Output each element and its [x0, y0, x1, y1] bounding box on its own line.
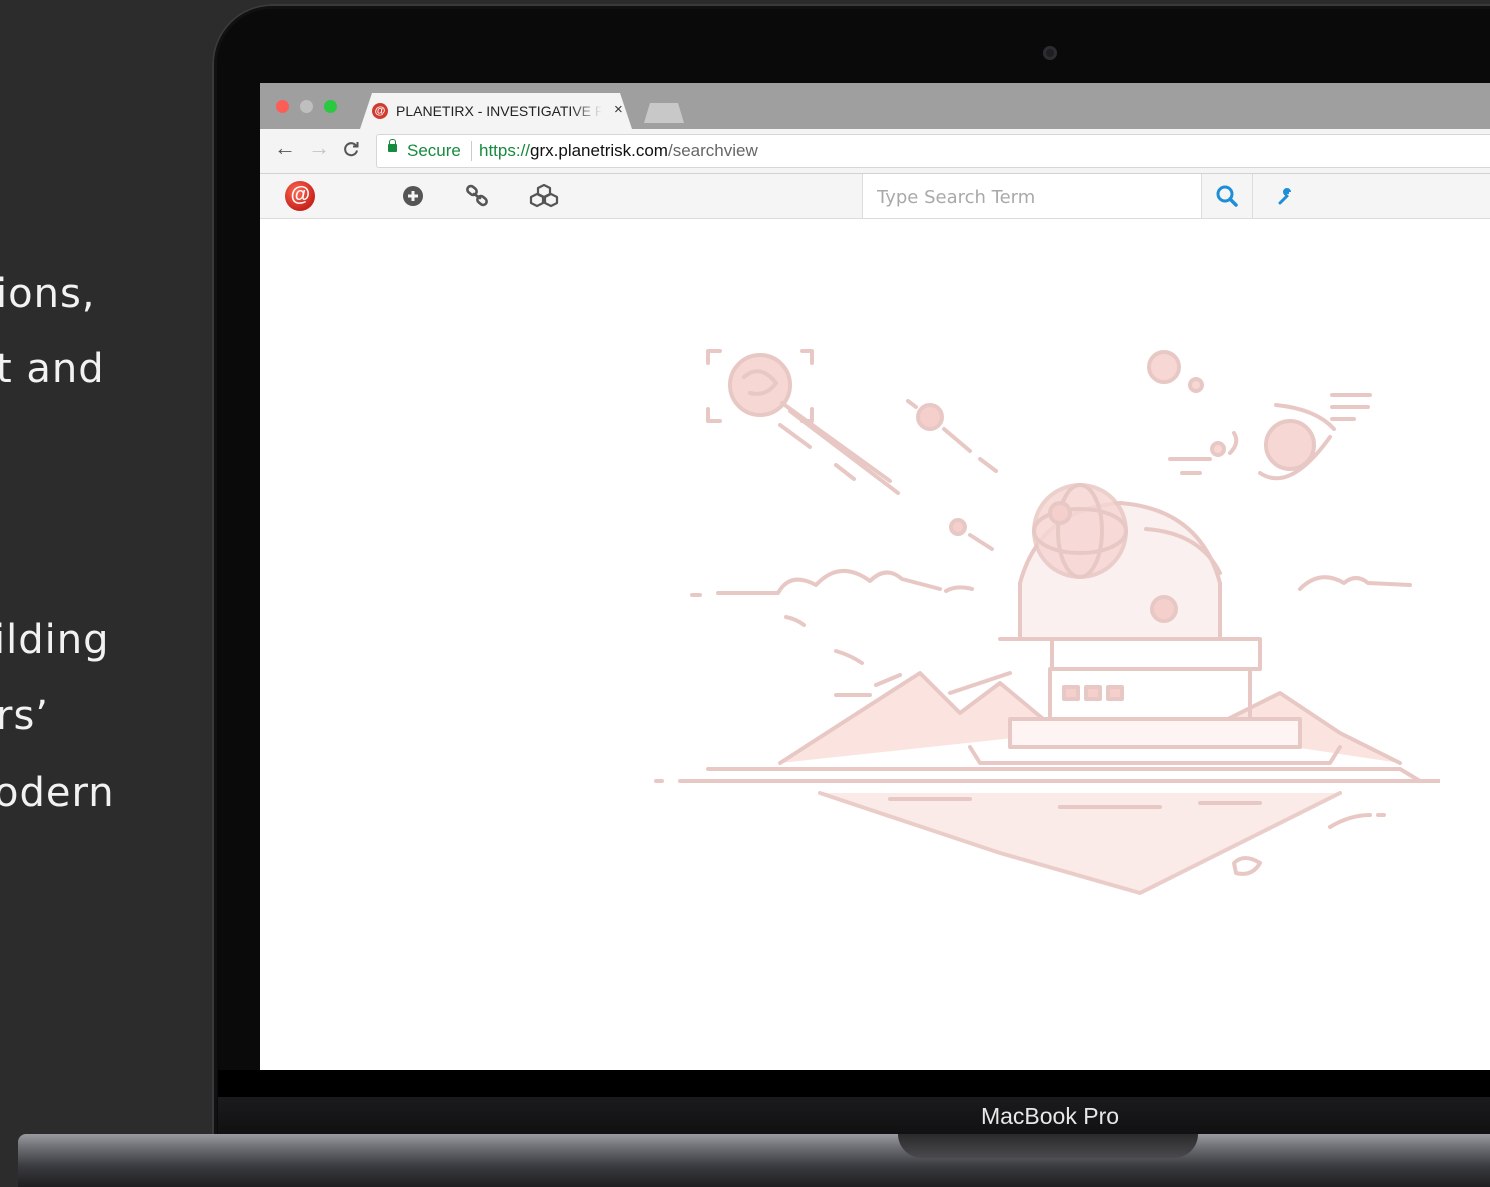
observatory-illustration	[654, 349, 1440, 895]
planetrisk-logo[interactable]: @	[285, 181, 315, 211]
favicon-icon: @	[372, 103, 388, 119]
url-scheme: https://	[479, 141, 531, 160]
url-text[interactable]: https://grx.planetrisk.com/searchview	[479, 141, 758, 161]
logo-letter: @	[290, 184, 310, 206]
search-button[interactable]	[1202, 174, 1253, 218]
plus-circle-icon[interactable]	[400, 183, 426, 209]
lock-icon	[388, 139, 397, 152]
url-omnibox[interactable]: Secure https://grx.planetrisk.com/search…	[376, 134, 1490, 168]
wrench-icon[interactable]	[1274, 184, 1298, 208]
window-close-button[interactable]	[276, 100, 289, 113]
secure-label: Secure	[407, 141, 461, 160]
side-text-line: odern	[0, 770, 115, 816]
side-text-line: rs’	[0, 693, 49, 739]
search-icon	[1216, 185, 1238, 207]
device-brand-label: MacBook Pro	[980, 1103, 1120, 1129]
side-text-line: t and	[0, 346, 105, 392]
side-text-line: ilding	[0, 617, 110, 663]
forward-arrow-icon[interactable]: →	[308, 137, 330, 159]
tab-bar: @ PLANETIRX - INVESTIGATIVE R ×	[260, 83, 1490, 129]
side-marketing-text: ions, t and ilding rs’ odern	[0, 0, 210, 1187]
laptop-base-notch	[898, 1134, 1198, 1158]
url-host: grx.planetrisk.com	[530, 141, 668, 160]
window-zoom-button[interactable]	[324, 100, 337, 113]
webcam	[1043, 46, 1057, 60]
search-box	[862, 174, 1202, 218]
window-minimize-button[interactable]	[300, 100, 313, 113]
url-separator	[471, 141, 472, 161]
side-text-line: ions,	[0, 271, 96, 317]
bezel-strip	[218, 1097, 1490, 1137]
laptop-base	[18, 1134, 1490, 1187]
search-input[interactable]	[875, 184, 1189, 210]
url-path: /searchview	[667, 141, 758, 160]
cubes-icon[interactable]	[528, 183, 560, 209]
address-bar: ← → Secure https://grx.planetrisk.com/se…	[260, 129, 1490, 174]
tab-close-icon[interactable]: ×	[614, 101, 623, 118]
new-tab-button[interactable]	[644, 103, 684, 123]
back-arrow-icon[interactable]: ←	[274, 137, 296, 159]
reload-icon[interactable]	[342, 140, 360, 158]
app-toolbar: @	[260, 174, 1490, 219]
browser-window: @ PLANETIRX - INVESTIGATIVE R × ← → Secu…	[260, 83, 1490, 1070]
tab-title: PLANETIRX - INVESTIGATIVE R	[396, 103, 602, 119]
link-icon[interactable]	[464, 183, 490, 209]
